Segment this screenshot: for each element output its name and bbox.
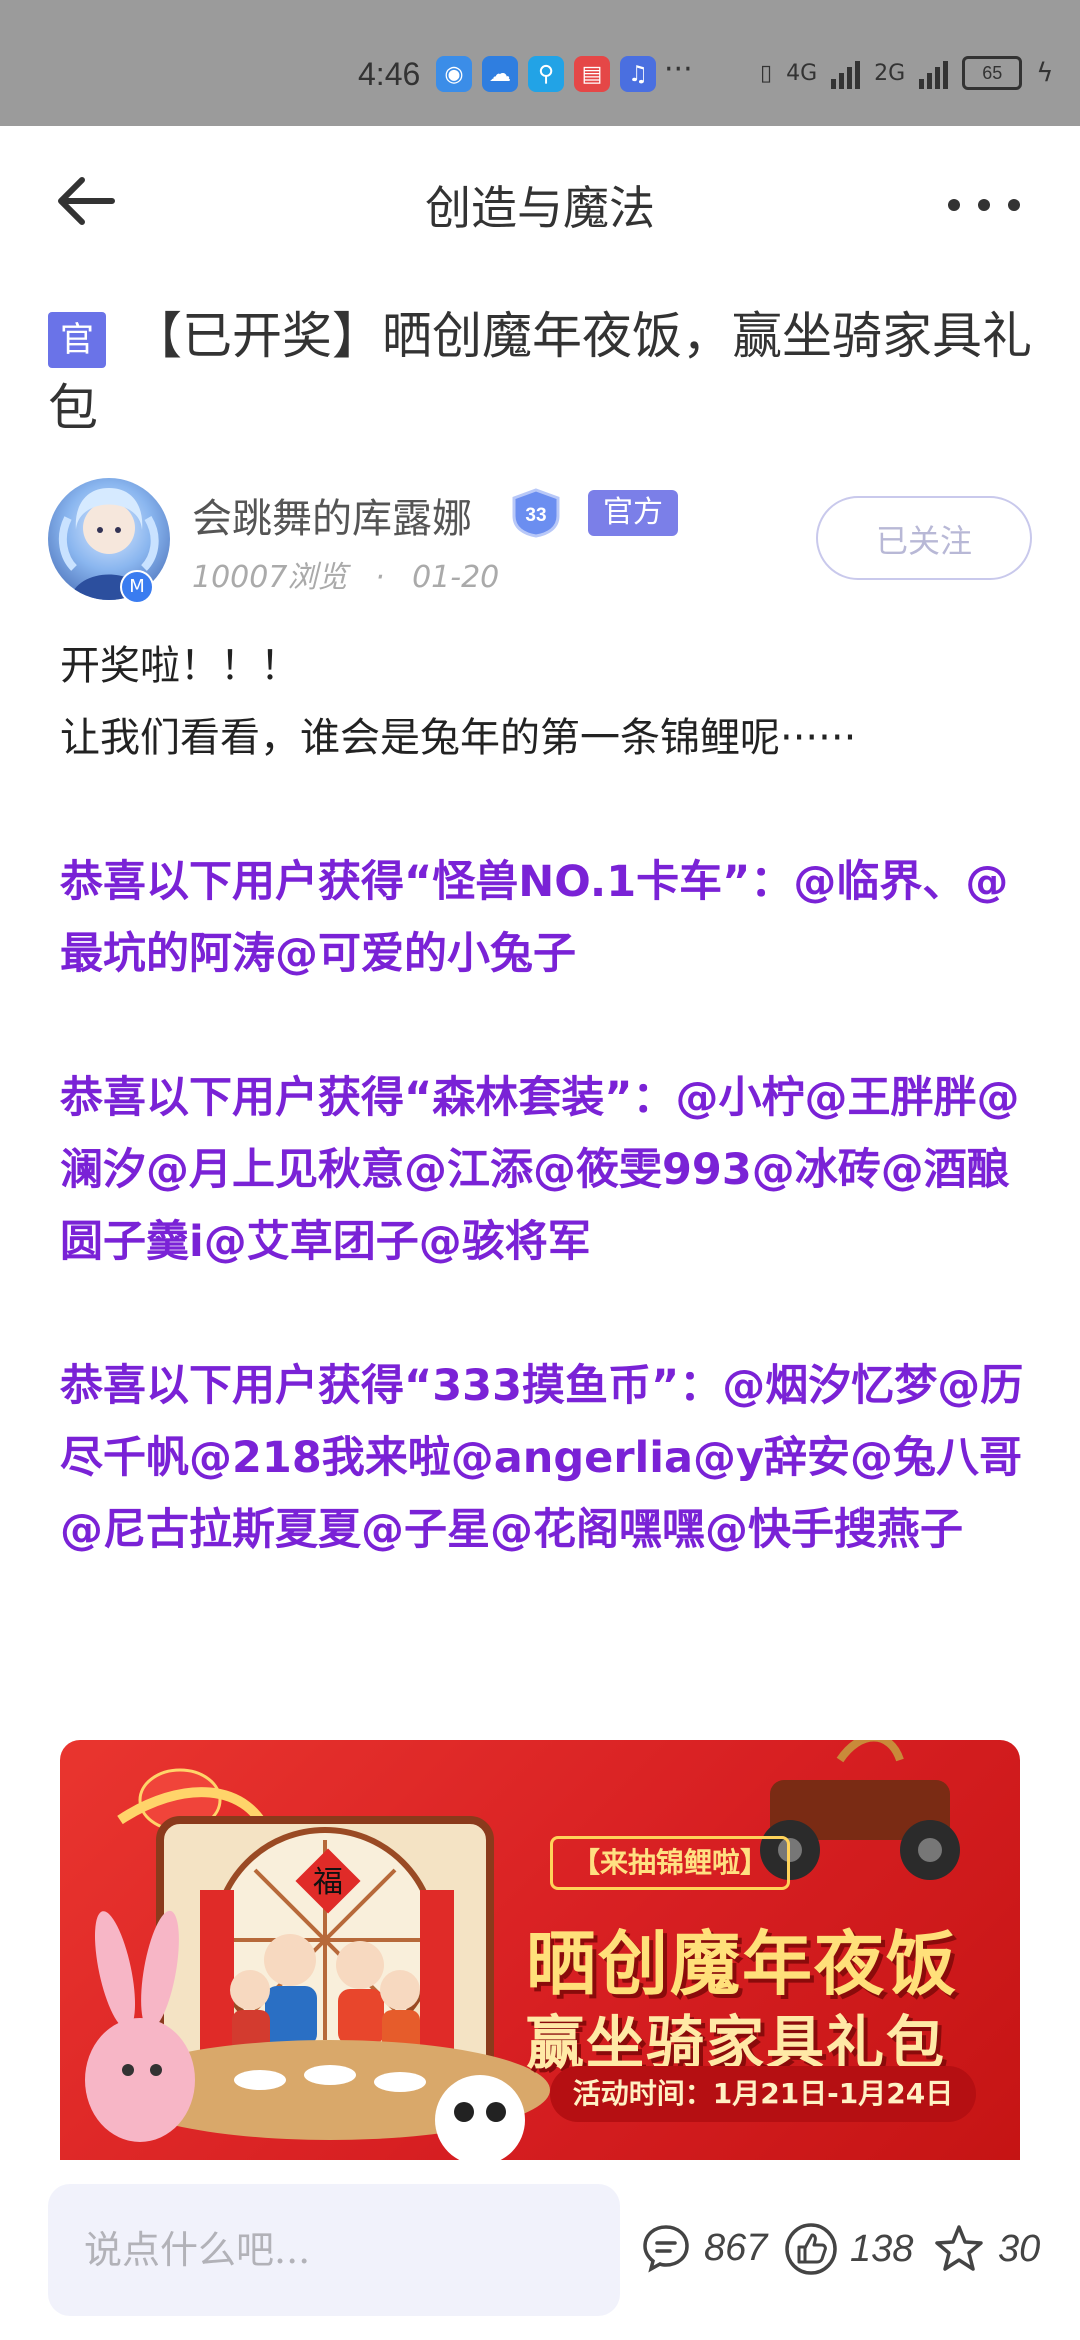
battery-icon: 65 [962,56,1023,90]
comment-icon [643,2225,689,2273]
official-post-tag: 官 [48,312,106,368]
banner-event-time: 活动时间：1月21日-1月24日 [550,2066,976,2122]
notification-icons: ◉ ☁ ⚲ ▤ ♫ [436,56,656,92]
winner-list-3: 恭喜以下用户获得“333摸鱼币”：@烟汐忆梦@历尽千帆@218我来啦@anger… [60,1361,1024,1555]
network-1-label: 4G [786,60,818,86]
status-bar: 4:46 ◉ ☁ ⚲ ▤ ♫ ··· ▯ 4G 2G 65 ϟ [0,0,1080,126]
signal-2-icon [919,57,949,89]
reader-app-icon: ▤ [574,56,610,92]
meta-separator: · [374,560,385,595]
favorite-button[interactable]: 30 [932,2222,1040,2276]
browser-app-icon: ◉ [436,56,472,92]
music-app-icon: ♫ [620,56,656,92]
weather-app-icon: ☁ [482,56,518,92]
level-badge-text: 33 [525,505,546,526]
favorite-count: 30 [998,2227,1041,2270]
follow-button[interactable]: 已关注 [816,496,1032,580]
like-count: 138 [850,2227,914,2270]
body-line-2: 让我们看看，谁会是兔年的第一条锦鲤呢······ [60,715,857,761]
event-banner-image[interactable]: 福 【来抽锦鲤啦】 晒创魔年夜饭 赢坐骑家具礼包 活动时间：1月21日-1月24… [60,1740,1020,2160]
post-title: 官【已开奖】晒创魔年夜饭，赢坐骑家具礼包 [48,300,1038,444]
winner-list-1: 恭喜以下用户获得“怪兽NO.1卡车”：@临界、@最坑的阿涛@可爱的小兔子 [60,857,1009,979]
banner-tag: 【来抽锦鲤啦】 [550,1836,790,1890]
star-icon [935,2225,983,2271]
level-badge: 33 [508,488,564,538]
winner-list-2: 恭喜以下用户获得“森林套装”：@小柠@王胖胖@澜汐@月上见秋意@江添@筱雯993… [60,1073,1020,1267]
official-badge: 官方 [588,490,678,536]
network-2-label: 2G [874,60,906,86]
avatar-badge: M [120,570,154,604]
author-name[interactable]: 会跳舞的库露娜 [192,486,472,544]
bottom-action-bar: 867 138 30 [0,2160,1080,2340]
charging-icon: ϟ [1036,58,1054,88]
comment-input[interactable] [48,2184,620,2316]
banner-headline: 晒创魔年夜饭 [526,1923,958,2005]
page-title: 创造与魔法 [425,181,655,235]
post-meta: 10007浏览 · 01-20 [192,552,499,596]
status-right: ▯ 4G 2G 65 ϟ [760,56,1053,90]
post-body: 开奖啦！！！ 让我们看看，谁会是兔年的第一条锦鲤呢······ 恭喜以下用户获得… [60,630,1030,1566]
more-options-icon[interactable] [944,176,1024,232]
search-app-icon: ⚲ [528,56,564,92]
signal-1-icon [831,57,861,89]
comment-count: 867 [704,2226,768,2269]
vibrate-icon: ▯ [760,60,773,86]
body-line-1: 开奖啦！！！ [60,643,300,689]
like-button[interactable]: 138 [784,2222,913,2276]
app-header: 创造与魔法 [0,126,1080,276]
comment-button[interactable]: 867 [640,2222,767,2274]
fu-character: 福 [313,1865,343,1900]
post-title-text: 【已开奖】晒创魔年夜饭，赢坐骑家具礼包 [48,307,1032,437]
thumbs-up-icon [785,2223,837,2275]
status-time: 4:46 [358,56,421,92]
post-date: 01-20 [412,560,500,595]
more-notifications-icon: ··· [664,52,693,87]
view-count: 10007浏览 [192,560,348,595]
